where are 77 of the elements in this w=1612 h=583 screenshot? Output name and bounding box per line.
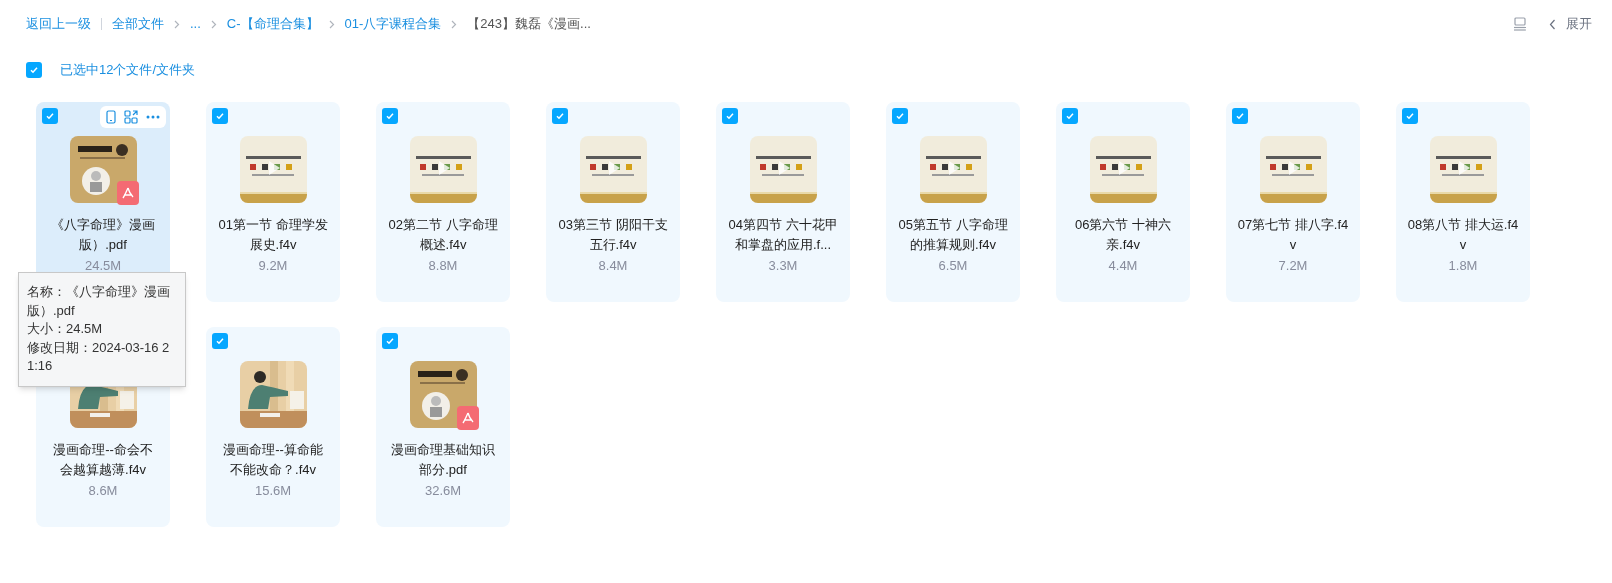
check-icon	[45, 111, 55, 121]
file-size: 1.8M	[1448, 257, 1478, 275]
checkbox[interactable]	[892, 108, 908, 124]
file-size: 8.4M	[598, 257, 628, 275]
file-size: 8.6M	[88, 482, 118, 500]
checkbox[interactable]	[42, 108, 58, 124]
breadcrumb-link[interactable]: 01-八字课程合集	[344, 14, 442, 34]
chevron-right-icon	[174, 19, 180, 29]
list-view-icon[interactable]	[1513, 17, 1527, 31]
phone-icon[interactable]	[106, 110, 116, 124]
chevron-right-icon	[210, 19, 217, 29]
file-card[interactable]: 05第五节 八字命理的推算规则.f4v 6.5M	[886, 102, 1020, 302]
check-icon	[215, 336, 225, 346]
checkbox[interactable]	[552, 108, 568, 124]
breadcrumb-current: 【243】魏磊《漫画...	[467, 15, 591, 34]
file-card[interactable]: 06第六节 十神六亲.f4v 4.4M	[1056, 102, 1190, 302]
file-name[interactable]: 02第二节 八字命理概述.f4v	[387, 215, 499, 255]
check-icon	[1235, 111, 1245, 121]
check-icon	[385, 111, 395, 121]
checkbox[interactable]	[1402, 108, 1418, 124]
file-name[interactable]: 08第八节 排大运.f4v	[1407, 215, 1519, 255]
chevron-left-icon	[1549, 18, 1556, 30]
file-name[interactable]: 07第七节 排八字.f4v	[1237, 215, 1349, 255]
selection-count: 已选中12个文件/文件夹	[60, 61, 196, 80]
file-size: 32.6M	[424, 482, 462, 500]
expand-button[interactable]: 展开	[1549, 14, 1592, 34]
chevron-right-icon	[328, 19, 335, 29]
checkbox[interactable]	[26, 62, 42, 78]
file-size: 15.6M	[254, 482, 292, 500]
file-card[interactable]: 08第八节 排大运.f4v 1.8M	[1396, 102, 1530, 302]
more-icon[interactable]	[146, 115, 160, 119]
checkbox[interactable]	[382, 333, 398, 349]
file-size: 4.4M	[1108, 257, 1138, 275]
file-size: 9.2M	[258, 257, 288, 275]
file-card[interactable]: 01第一节 命理学发展史.f4v 9.2M	[206, 102, 340, 302]
pdf-icon	[116, 181, 139, 205]
file-name[interactable]: 03第三节 阴阳干支五行.f4v	[557, 215, 669, 255]
file-card[interactable]: 03第三节 阴阳干支五行.f4v 8.4M	[546, 102, 680, 302]
check-icon	[215, 111, 225, 121]
breadcrumb-link[interactable]: C-【命理合集】	[226, 14, 319, 34]
file-name[interactable]: 04第四节 六十花甲和掌盘的应用.f...	[727, 215, 839, 255]
pdf-icon	[456, 406, 479, 430]
check-icon	[29, 65, 39, 75]
checkbox[interactable]	[722, 108, 738, 124]
file-size: 6.5M	[938, 257, 968, 275]
file-card[interactable]: 漫画命理--算命能不能改命？.f4v 15.6M	[206, 327, 340, 527]
file-card[interactable]: 漫画命理基础知识部分.pdf 32.6M	[376, 327, 510, 527]
checkbox[interactable]	[212, 333, 228, 349]
file-card[interactable]: 04第四节 六十花甲和掌盘的应用.f... 3.3M	[716, 102, 850, 302]
breadcrumb-link[interactable]: 全部文件	[112, 14, 164, 34]
breadcrumb-link[interactable]: ...	[190, 14, 201, 34]
file-name[interactable]: 漫画命理--算命能不能改命？.f4v	[217, 440, 329, 480]
checkbox[interactable]	[212, 108, 228, 124]
check-icon	[555, 111, 565, 121]
check-icon	[895, 111, 905, 121]
check-icon	[1405, 111, 1415, 121]
share-icon[interactable]	[124, 110, 138, 124]
file-name[interactable]: 《八字命理》漫画版）.pdf	[47, 215, 159, 255]
check-icon	[1065, 111, 1075, 121]
checkbox[interactable]	[1062, 108, 1078, 124]
file-name[interactable]: 01第一节 命理学发展史.f4v	[217, 215, 329, 255]
check-icon	[725, 111, 735, 121]
file-size: 3.3M	[768, 257, 798, 275]
file-card[interactable]: 02第二节 八字命理概述.f4v 8.8M	[376, 102, 510, 302]
check-icon	[385, 336, 395, 346]
file-card[interactable]: 07第七节 排八字.f4v 7.2M	[1226, 102, 1360, 302]
file-size: 7.2M	[1278, 257, 1308, 275]
file-size: 24.5M	[84, 257, 122, 275]
file-name[interactable]: 漫画命理--命会不会越算越薄.f4v	[47, 440, 159, 480]
file-size: 8.8M	[428, 257, 458, 275]
file-name[interactable]: 漫画命理基础知识部分.pdf	[387, 440, 499, 480]
chevron-right-icon	[451, 19, 458, 29]
checkbox[interactable]	[382, 108, 398, 124]
checkbox[interactable]	[1232, 108, 1248, 124]
back-link[interactable]: 返回上一级	[26, 14, 91, 34]
file-name[interactable]: 06第六节 十神六亲.f4v	[1067, 215, 1179, 255]
file-name[interactable]: 05第五节 八字命理的推算规则.f4v	[897, 215, 1009, 255]
